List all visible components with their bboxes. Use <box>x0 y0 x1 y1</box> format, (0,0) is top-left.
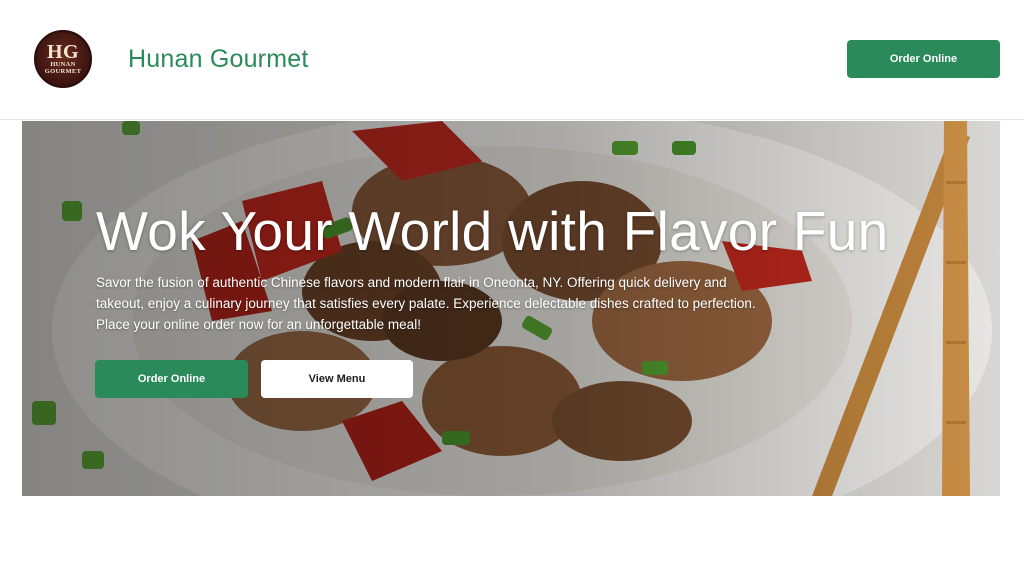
logo-line-2: GOURMET <box>44 68 82 75</box>
brand-name[interactable]: Hunan Gourmet <box>128 45 308 74</box>
logo-initials: HG <box>46 41 80 63</box>
hero-section: Wok Your World with Flavor Fun Savor the… <box>22 121 1000 496</box>
logo-line-1: HUNAN <box>50 61 76 68</box>
hero-title: Wok Your World with Flavor Fun <box>96 200 889 262</box>
site-header: HG HUNAN GOURMET Hunan Gourmet Order Onl… <box>0 0 1024 120</box>
view-menu-button[interactable]: View Menu <box>261 360 413 398</box>
hero-order-online-button[interactable]: Order Online <box>95 360 248 398</box>
hero-description: Savor the fusion of authentic Chinese fl… <box>96 275 756 332</box>
header-order-online-button[interactable]: Order Online <box>847 40 1000 78</box>
brand-logo[interactable]: HG HUNAN GOURMET <box>34 30 92 88</box>
